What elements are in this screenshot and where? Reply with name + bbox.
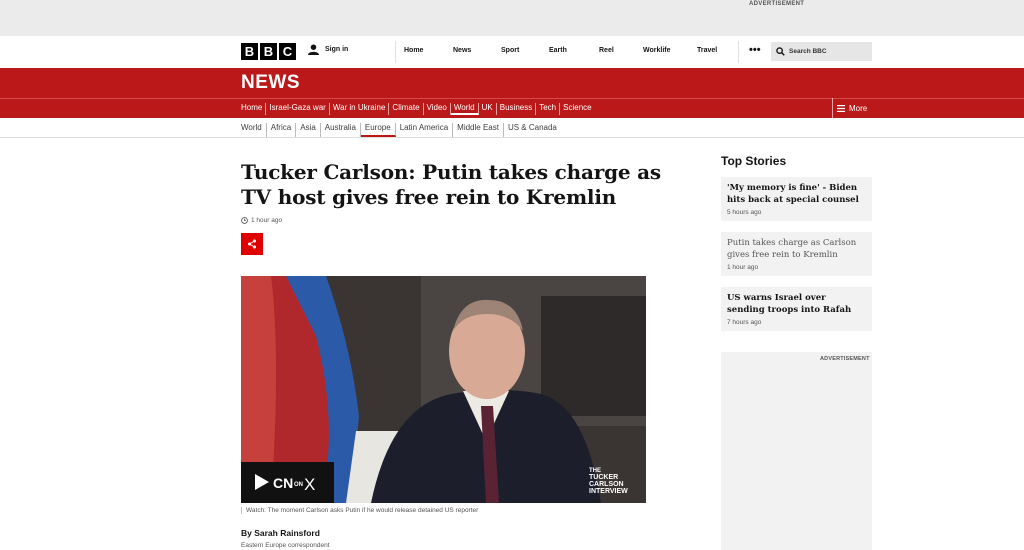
section-item-climate[interactable]: Climate (389, 103, 424, 115)
article-headline: Tucker Carlson: Putin takes charge as TV… (241, 160, 661, 209)
top-story-title: US warns Israel over sending troops into… (727, 293, 852, 315)
more-label: More (849, 103, 868, 113)
svg-text:TUCKER: TUCKER (589, 474, 618, 481)
search-icon (776, 47, 785, 56)
logo-letter: C (279, 43, 296, 60)
topnav-worklife[interactable]: Worklife (643, 47, 671, 54)
top-story-item[interactable]: Putin takes charge as Carlson gives free… (721, 232, 872, 276)
section-item-world[interactable]: World (450, 103, 479, 115)
top-story-item[interactable]: 'My memory is fine' - Biden hits back at… (721, 177, 872, 221)
share-button[interactable] (241, 233, 263, 255)
sidebar-advertisement (721, 352, 872, 550)
svg-text:ON: ON (294, 482, 303, 488)
subsection-item-us-canada[interactable]: US & Canada (504, 123, 561, 137)
section-item-uk[interactable]: UK (479, 103, 497, 115)
ellipsis-icon[interactable]: ••• (749, 44, 761, 56)
timestamp-text: 1 hour ago (251, 217, 283, 224)
section-item-home[interactable]: Home (241, 103, 267, 115)
nav-divider (395, 41, 396, 63)
share-icon (248, 239, 256, 249)
top-stories-heading: Top Stories (721, 154, 787, 168)
article-timestamp: 1 hour ago (241, 217, 282, 224)
video-still: CN ON X THE TUCKER CARLSON INTERVIEW (241, 276, 646, 503)
search-box[interactable]: Search BBC (771, 42, 872, 61)
top-story-title: Putin takes charge as Carlson gives free… (727, 238, 857, 260)
topnav-earth[interactable]: Earth (549, 47, 567, 54)
top-story-item[interactable]: US warns Israel over sending troops into… (721, 287, 872, 331)
more-sections-button[interactable]: More (832, 98, 867, 118)
logo-letter: B (260, 43, 277, 60)
logo-letter: B (241, 43, 258, 60)
author-byline: By Sarah Rainsford (241, 528, 320, 538)
section-item-science[interactable]: Science (560, 103, 594, 115)
bbc-logo[interactable]: B B C (241, 43, 296, 60)
subsection-item-asia[interactable]: Asia (296, 123, 321, 137)
author-role: Eastern Europe correspondent (241, 542, 330, 549)
subsection-item-latin-america[interactable]: Latin America (396, 123, 454, 137)
nav-divider (738, 41, 739, 63)
video-caption: Watch: The moment Carlson asks Putin if … (241, 507, 478, 514)
subsection-item-europe[interactable]: Europe (360, 123, 396, 137)
top-story-time: 7 hours ago (727, 319, 762, 326)
news-logo[interactable]: NEWS (241, 72, 300, 94)
svg-text:INTERVIEW: INTERVIEW (589, 488, 628, 495)
advertisement-label: ADVERTISEMENT (820, 356, 870, 362)
section-item-business[interactable]: Business (497, 103, 537, 115)
svg-text:CARLSON: CARLSON (589, 481, 624, 488)
topnav-news[interactable]: News (453, 47, 471, 54)
article-video[interactable]: CN ON X THE TUCKER CARLSON INTERVIEW (241, 276, 646, 503)
section-item-tech[interactable]: Tech (536, 103, 561, 115)
section-item-video[interactable]: Video (424, 103, 451, 115)
topnav-sport[interactable]: Sport (501, 47, 519, 54)
sign-in-button[interactable]: Sign in (308, 44, 348, 55)
user-icon (308, 44, 319, 55)
top-story-title: 'My memory is fine' - Biden hits back at… (727, 183, 859, 205)
svg-text:CN: CN (273, 475, 293, 491)
topnav-home[interactable]: Home (404, 47, 423, 54)
clock-icon (241, 217, 248, 224)
subsection-item-world[interactable]: World (241, 123, 267, 137)
subsection-item-africa[interactable]: Africa (267, 123, 297, 137)
search-label: Search BBC (789, 48, 827, 55)
subsection-nav-items: World Africa Asia Australia Europe Latin… (241, 123, 561, 137)
top-story-time: 5 hours ago (727, 209, 762, 216)
section-nav-items: Home Israel-Gaza war War in Ukraine Clim… (241, 103, 595, 115)
topnav-travel[interactable]: Travel (697, 47, 717, 54)
subsection-item-middle-east[interactable]: Middle East (453, 123, 504, 137)
svg-text:X: X (304, 475, 315, 494)
subsection-item-australia[interactable]: Australia (321, 123, 361, 137)
news-banner (0, 68, 1024, 98)
top-advertisement (0, 0, 1024, 36)
section-item-war-in-ukraine[interactable]: War in Ukraine (330, 103, 390, 115)
topnav-reel[interactable]: Reel (599, 47, 614, 54)
advertisement-label: ADVERTISEMENT (749, 1, 805, 7)
top-story-time: 1 hour ago (727, 264, 759, 271)
section-item-israel-gaza-war[interactable]: Israel-Gaza war (266, 103, 330, 115)
menu-icon (837, 104, 845, 112)
sign-in-label: Sign in (325, 46, 349, 53)
